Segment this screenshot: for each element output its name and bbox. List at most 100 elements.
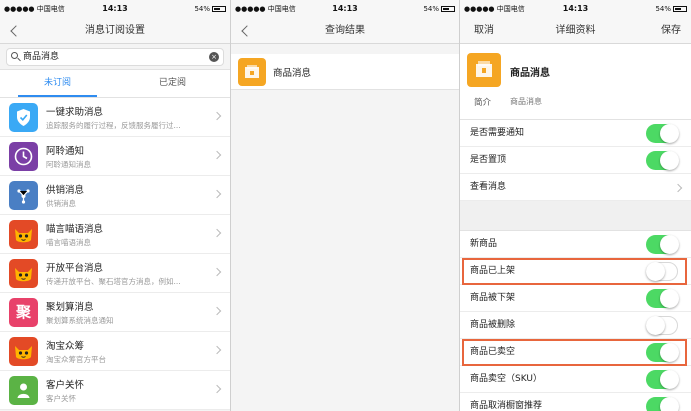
battery-icon — [212, 6, 226, 12]
chevron-right-icon — [212, 384, 222, 394]
battery-percent: 54% — [423, 5, 439, 13]
item-name: 一键求助消息 — [46, 107, 104, 118]
toggle-row: 是否需要通知 — [460, 120, 691, 147]
list-item[interactable]: 淘宝众筹淘宝众筹官方平台 — [0, 332, 230, 371]
person-icon — [9, 376, 38, 405]
profile-card: 商品消息 简介 商品消息 — [460, 44, 691, 120]
message-list: 一键求助消息 追踪服务的履行过程，反馈服务履行过... 阿聆通知 阿聆通知消息 供销消息… — [0, 98, 230, 410]
battery-indicator: 54% — [194, 0, 226, 18]
toggle-switch[interactable] — [646, 316, 678, 335]
toggle-switch[interactable] — [646, 262, 678, 281]
toggle-switch[interactable] — [646, 151, 679, 170]
toggle-knob — [646, 316, 665, 335]
toggle-label: 商品卖空（SKU） — [470, 374, 542, 384]
item-name: 客户关怀 — [46, 380, 85, 391]
list-item[interactable]: 供销消息 供销消息 — [0, 176, 230, 215]
tmall-cat-icon — [9, 220, 38, 249]
item-name: 阿聆通知 — [46, 146, 85, 157]
toggle-label: 商品已卖空 — [470, 347, 516, 357]
toggle-switch[interactable] — [646, 124, 679, 143]
list-item[interactable]: 喵言喵语消息 喵言喵语消息 — [0, 215, 230, 254]
toggle-knob — [646, 262, 665, 281]
tab-subscribed[interactable]: 已定阅 — [115, 70, 230, 97]
chevron-right-icon — [212, 306, 222, 316]
item-name: 淘宝众筹 — [46, 341, 85, 352]
toggle-row: 商品已卖空 — [460, 339, 691, 366]
toggle-knob — [660, 397, 679, 411]
item-description: 阿聆通知消息 — [46, 160, 91, 169]
toggle-row: 商品取消橱窗推荐 — [460, 393, 691, 411]
result-name: 商品消息 — [273, 68, 312, 79]
toggle-switch[interactable] — [646, 397, 679, 411]
battery-percent: 54% — [194, 5, 210, 13]
shield-icon — [9, 103, 38, 132]
toggle-knob — [660, 235, 679, 254]
item-description: 客户关怀 — [46, 394, 76, 403]
search-input[interactable] — [23, 50, 173, 61]
toggle-row: 商品被下架 — [460, 285, 691, 312]
page-title: 详细资料 — [555, 25, 596, 36]
toggle-knob — [660, 151, 679, 170]
toggle-knob — [660, 343, 679, 362]
tab-unsubscribed[interactable]: 未订阅 — [0, 70, 115, 97]
toggle-switch[interactable] — [646, 370, 679, 389]
toggle-knob — [660, 124, 679, 143]
toggle-switch[interactable] — [646, 235, 679, 254]
item-name: 聚划算消息 — [46, 302, 94, 313]
detail-screen: ●●●●● 中国电信 14:13 54% 取消 详细资料 保存 商品消息 简介 … — [460, 0, 691, 411]
list-item[interactable]: 一键求助消息 追踪服务的履行过程，反馈服务履行过... — [0, 98, 230, 137]
status-bar: ●●●●● 中国电信 14:13 54% — [460, 0, 691, 18]
battery-icon — [441, 6, 455, 12]
toggle-row: 新商品 — [460, 231, 691, 258]
toggle-knob — [660, 289, 679, 308]
result-item[interactable]: 商品消息 — [231, 54, 459, 90]
view-messages-row[interactable]: 查看消息 — [460, 174, 691, 201]
toggle-row: 商品已上架 — [460, 258, 691, 285]
chevron-right-icon — [673, 183, 683, 193]
item-name: 开放平台消息 — [46, 263, 104, 274]
item-description: 聚划算系统消息通知 — [46, 316, 114, 325]
item-name: 供销消息 — [46, 185, 85, 196]
item-name: 喵言喵语消息 — [46, 224, 104, 235]
search-results-screen: ●●●●● 中国电信 14:13 54% 查询结果 商品消息 — [231, 0, 459, 411]
toggle-label: 新商品 — [470, 239, 498, 249]
clear-icon[interactable]: × — [209, 52, 219, 62]
chevron-right-icon — [212, 228, 222, 238]
save-button[interactable]: 保存 — [661, 18, 681, 44]
status-bar: ●●●●● 中国电信 14:13 54% — [0, 0, 230, 18]
chevron-right-icon — [212, 111, 222, 121]
chevron-right-icon — [212, 150, 222, 160]
search-icon — [11, 52, 18, 59]
toggle-label: 商品已上架 — [470, 266, 516, 276]
list-item[interactable]: 客户关怀 客户关怀 — [0, 371, 230, 410]
battery-icon — [673, 6, 687, 12]
toggle-row: 是否置顶 — [460, 147, 691, 174]
status-bar: ●●●●● 中国电信 14:13 54% — [231, 0, 459, 18]
chevron-right-icon — [212, 267, 222, 277]
toggle-switch[interactable] — [646, 289, 679, 308]
network-icon — [9, 181, 38, 210]
list-item[interactable]: 阿聆通知阿聆通知消息 — [0, 137, 230, 176]
tmall-cat-icon — [9, 259, 38, 288]
chevron-right-icon — [212, 345, 222, 355]
intro-label: 简介 — [474, 98, 492, 108]
nav-bar: 查询结果 — [231, 18, 459, 44]
search-bar: × — [0, 44, 230, 70]
toggle-label: 商品被下架 — [470, 293, 516, 303]
item-description: 淘宝众筹官方平台 — [46, 355, 106, 364]
toggle-row: 商品卖空（SKU） — [460, 366, 691, 393]
toggle-switch[interactable] — [646, 343, 679, 362]
search-field[interactable]: × — [6, 48, 224, 66]
list-item[interactable]: 聚聚划算消息 聚划算系统消息通知 — [0, 293, 230, 332]
nav-bar: 消息订阅设置 — [0, 18, 230, 44]
battery-indicator: 54% — [423, 0, 455, 18]
list-item[interactable]: 开放平台消息 传递开放平台、聚石塔官方消息，例如... — [0, 254, 230, 293]
page-title: 消息订阅设置 — [85, 25, 145, 36]
item-description: 供销消息 — [46, 199, 76, 208]
page-title: 查询结果 — [325, 25, 365, 36]
toggle-label: 商品取消橱窗推荐 — [470, 401, 543, 411]
clock-phone-icon — [9, 142, 38, 171]
tab-bar: 未订阅 已定阅 — [0, 70, 230, 98]
intro-value: 商品消息 — [510, 97, 542, 106]
